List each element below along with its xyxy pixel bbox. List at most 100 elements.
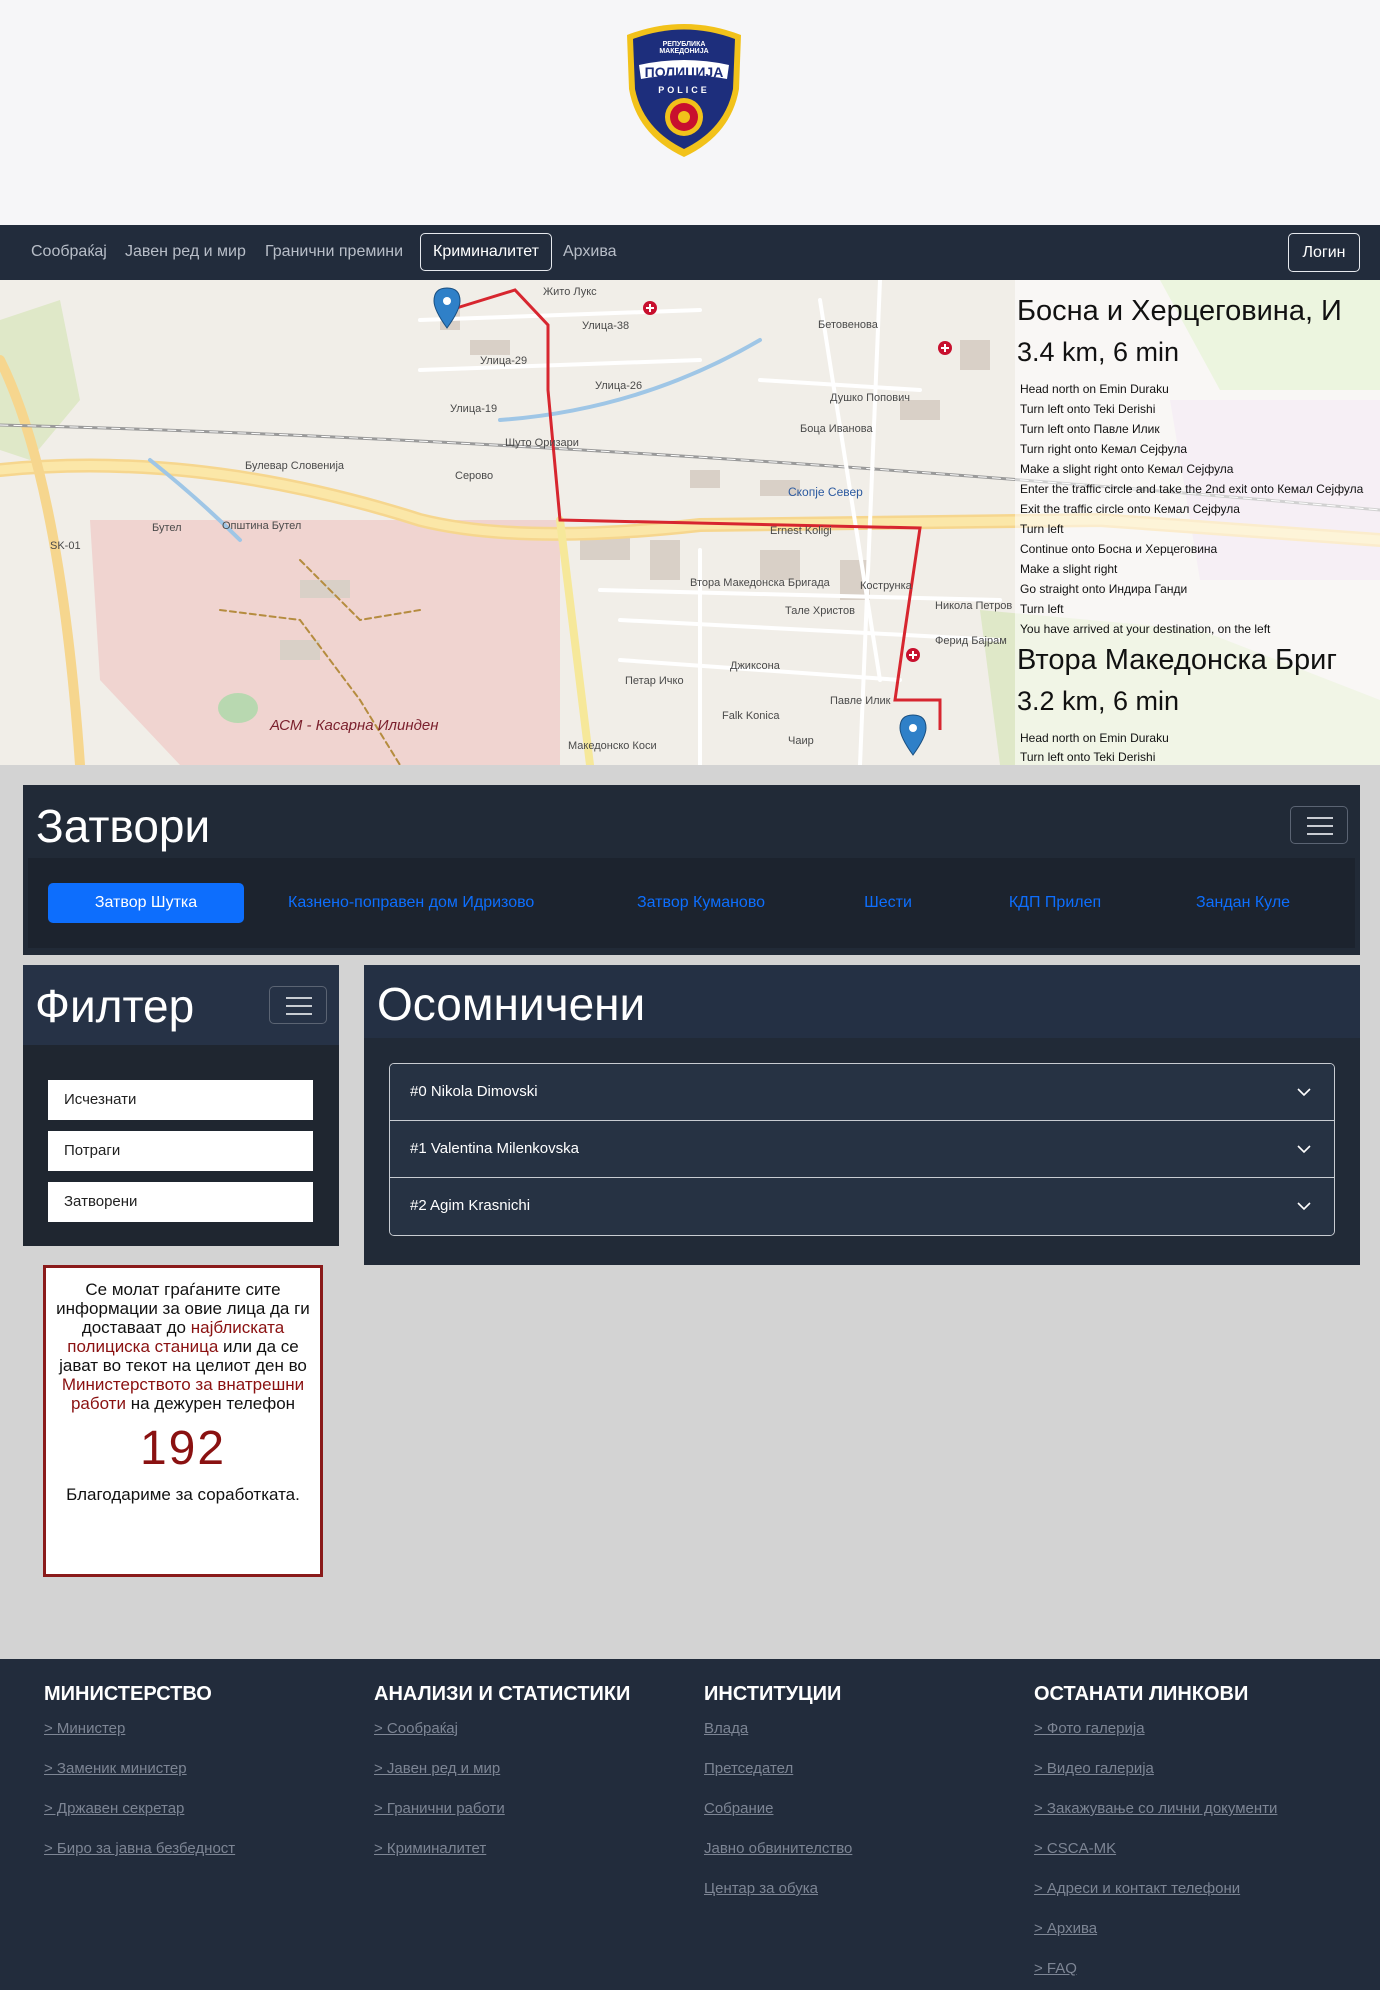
map-label: Ферид Бајрам (935, 635, 1007, 647)
nav-item-archive[interactable]: Архива (563, 239, 617, 265)
accordion-item[interactable]: #1 Valentina Milenkovska (390, 1121, 1334, 1178)
map-label: Бетовенова (818, 319, 878, 331)
prisons-menu-toggle-button[interactable] (1290, 806, 1348, 844)
filter-title: Филтер (35, 980, 195, 1032)
suspect-name: #2 Agim Krasnichi (410, 1197, 531, 1214)
nav-item-criminality[interactable]: Криминалитет (420, 233, 552, 271)
footer-link[interactable]: Влада (704, 1709, 1024, 1749)
prisons-tabs: Затвор Шутка Казнено-поправен дом Идризо… (28, 858, 1355, 948)
footer-column-ministry: МИНИСТЕРСТВО > Министер > Заменик минист… (44, 1679, 364, 1869)
nav-item-border-crossings[interactable]: Гранични премини (265, 239, 403, 265)
footer-link[interactable]: > CSCA-MK (1034, 1829, 1354, 1869)
logo-top-text: РЕПУБЛИКА МАКЕДОНИЈА (659, 41, 709, 55)
map-label: Серово (455, 470, 494, 482)
hamburger-icon (1307, 817, 1333, 819)
chevron-down-icon (1297, 1202, 1311, 1211)
map-label: Улица-19 (450, 403, 498, 415)
footer-link[interactable]: > Видео галерија (1034, 1749, 1354, 1789)
main-navbar: Сообраќај Јавен ред и мир Гранични преми… (0, 225, 1380, 280)
footer-link[interactable]: > Архива (1034, 1909, 1354, 1949)
footer-link[interactable]: > Јавен ред и мир (374, 1749, 694, 1789)
filter-item-wanted[interactable]: Потраги (48, 1131, 313, 1171)
tab-kdp-prilep[interactable]: КДП Прилеп (1000, 883, 1110, 923)
notice-text-3: на дежурен телефон (130, 1394, 296, 1413)
map-label: Општина Бутел (222, 520, 302, 532)
footer-heading: ОСТАНАТИ ЛИНКОВИ (1034, 1683, 1249, 1705)
login-button[interactable]: Логин (1288, 233, 1360, 272)
footer-link[interactable]: Јавно обвинителство (704, 1829, 1024, 1869)
footer-link[interactable]: > Адреси и контакт телефони (1034, 1869, 1354, 1909)
suspect-name: #1 Valentina Milenkovska (410, 1140, 579, 1157)
tab-kumanovo[interactable]: Затвор Куманово (631, 883, 771, 923)
footer-heading: АНАЛИЗИ И СТАТИСТИКИ (374, 1683, 631, 1705)
chevron-down-icon (1297, 1145, 1311, 1154)
footer-link[interactable]: Собрание (704, 1789, 1024, 1829)
footer-heading: МИНИСТЕРСТВО (44, 1683, 212, 1705)
tab-shesti[interactable]: Шести (858, 883, 918, 923)
footer-link[interactable]: > Фото галерија (1034, 1709, 1354, 1749)
citizen-notice: Се молат граѓаните сите информации за ов… (43, 1265, 323, 1577)
suspects-header: Осомничени (364, 965, 1360, 1038)
suspects-panel: Осомничени #0 Nikola Dimovski #1 Valenti… (364, 965, 1360, 1265)
map-label: Улица-38 (582, 320, 630, 332)
route-step: Turn left (1020, 522, 1064, 536)
accordion-item[interactable]: #2 Agim Krasnichi (390, 1178, 1334, 1235)
footer-link[interactable]: > Криминалитет (374, 1829, 694, 1869)
notice-thanks: Благодариме за соработката. (66, 1485, 300, 1504)
map-label: Джиксона (730, 660, 780, 672)
footer-link[interactable]: > FAQ (1034, 1949, 1354, 1989)
footer-link[interactable]: > Биро за јавна безбедност (44, 1829, 364, 1869)
hamburger-icon (286, 1013, 312, 1015)
tab-zandan-kule[interactable]: Зандан Куле (1188, 883, 1298, 923)
filter-panel: Филтер Исчезнати Потраги Затворени (23, 965, 339, 1246)
footer-link[interactable]: Претседател (704, 1749, 1024, 1789)
footer-link[interactable]: > Сообраќај (374, 1709, 694, 1749)
footer-column-other-links: ОСТАНАТИ ЛИНКОВИ > Фото галерија > Видео… (1034, 1679, 1354, 1989)
map-label: Никола Петров (935, 600, 1013, 612)
filter-header: Филтер (23, 965, 339, 1045)
tab-zatvor-shutka[interactable]: Затвор Шутка (48, 883, 244, 923)
footer-link[interactable]: > Министер (44, 1709, 364, 1749)
route-step: Head north on Emin Duraku (1020, 731, 1169, 745)
filter-menu-toggle-button[interactable] (269, 986, 327, 1024)
route-1-title: Босна и Херцеговина, И (1017, 295, 1342, 327)
police-logo[interactable]: РЕПУБЛИКА МАКЕДОНИЈА ПОЛИЦИЈА POLICE (619, 17, 749, 159)
footer-link[interactable]: Центар за обука (704, 1869, 1024, 1909)
map-label: Улица-26 (595, 380, 643, 392)
hamburger-icon (1307, 833, 1333, 835)
map-label: Улица-29 (480, 355, 528, 367)
route-map[interactable]: Жито Лукс Улица-38 Улица-29 Улица-26 Ули… (0, 280, 1380, 765)
route-step: Head north on Emin Duraku (1020, 382, 1169, 396)
suspects-accordion: #0 Nikola Dimovski #1 Valentina Milenkov… (389, 1063, 1335, 1236)
map-label: Кострунка (860, 580, 912, 592)
map-label: Петар Ичко (625, 675, 684, 687)
map-label: Душко Попович (830, 392, 910, 404)
nav-item-public-order[interactable]: Јавен ред и мир (125, 239, 246, 265)
route-2-summary: 3.2 km, 6 min (1017, 686, 1180, 716)
route-step: You have arrived at your destination, on… (1020, 622, 1271, 636)
map-label: SK-01 (50, 540, 81, 552)
nav-item-traffic[interactable]: Сообраќај (31, 239, 107, 265)
hamburger-icon (1307, 825, 1333, 827)
prisons-title: Затвори (36, 800, 211, 852)
footer-link[interactable]: > Заменик министер (44, 1749, 364, 1789)
route-step: Go straight onto Индира Ганди (1020, 582, 1188, 596)
map-label: Втора Македонска Бригада (690, 577, 830, 589)
footer-link[interactable]: > Гранични работи (374, 1789, 694, 1829)
tab-idrizovo[interactable]: Казнено-поправен дом Идризово (288, 883, 534, 923)
map-label: Жито Лукс (543, 286, 597, 298)
route-2-title: Втора Македонска Бриг (1017, 644, 1337, 676)
prisons-header: Затвори (23, 785, 1360, 858)
footer-link[interactable]: > Закажување со лични документи (1034, 1789, 1354, 1829)
footer-link[interactable]: > Државен секретар (44, 1789, 364, 1829)
map-label: Falk Konica (722, 710, 780, 722)
filter-item-imprisoned[interactable]: Затворени (48, 1182, 313, 1222)
suspect-name: #0 Nikola Dimovski (410, 1083, 538, 1100)
map-label: Шуто Оризари (505, 437, 579, 449)
map-label: Ernest Koligi (770, 525, 832, 537)
hamburger-icon (286, 997, 312, 999)
logo-sub-text: POLICE (658, 85, 710, 95)
map-label: АСМ - Касарна Илинден (270, 717, 439, 734)
filter-item-missing[interactable]: Исчезнати (48, 1080, 313, 1120)
accordion-item[interactable]: #0 Nikola Dimovski (390, 1064, 1334, 1121)
